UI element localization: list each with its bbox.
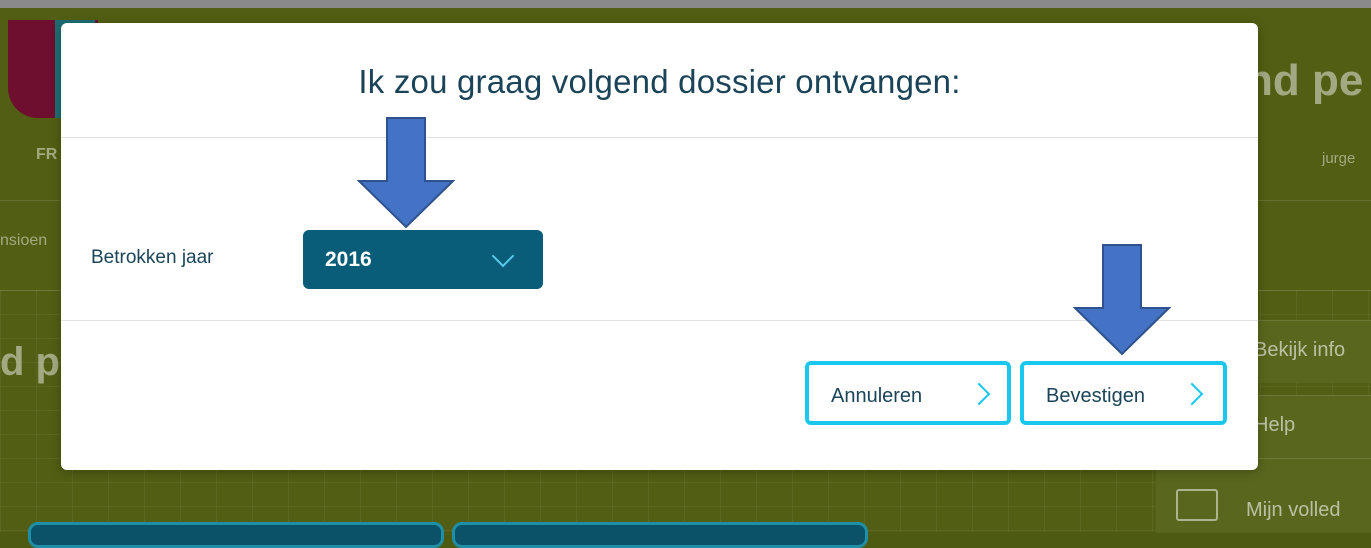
sidebar-item-label: Help xyxy=(1254,414,1296,436)
page-heading-fragment: d p xyxy=(0,340,60,384)
chevron-down-icon xyxy=(491,244,515,268)
year-field-label: Betrokken jaar xyxy=(91,247,214,268)
cancel-button[interactable]: Annuleren xyxy=(805,361,1011,425)
confirm-button-label: Bevestigen xyxy=(1046,385,1145,407)
divider xyxy=(61,137,1258,138)
sidebar-item-help[interactable]: Help xyxy=(1246,395,1371,458)
down-arrow-annotation xyxy=(357,117,455,229)
dialog-title: Ik zou graag volgend dossier ontvangen: xyxy=(358,63,961,100)
sidebar-item-bekijk-info[interactable]: Bekijk info xyxy=(1246,320,1371,383)
printer-icon xyxy=(1176,489,1218,521)
sidebar-item-label: Mijn volled xyxy=(1246,499,1341,521)
site-title-fragment: nd pe xyxy=(1246,56,1364,105)
backdrop-button-2[interactable] xyxy=(452,522,868,548)
language-switch[interactable]: FR xyxy=(36,146,57,164)
chevron-right-icon xyxy=(1180,382,1204,406)
backdrop-button-1[interactable] xyxy=(28,522,444,548)
chevron-right-icon xyxy=(967,382,991,406)
cancel-button-label: Annuleren xyxy=(831,385,923,407)
user-name[interactable]: jurge xyxy=(1322,150,1355,167)
window-top-strip xyxy=(0,0,1371,8)
year-select[interactable]: 2016 xyxy=(303,230,543,289)
confirm-button[interactable]: Bevestigen xyxy=(1020,361,1227,425)
down-arrow-annotation xyxy=(1073,244,1171,356)
year-select-value: 2016 xyxy=(325,248,372,271)
sidebar-item-label: Bekijk info xyxy=(1254,339,1346,361)
nav-tab-pensioen[interactable]: nsioen xyxy=(0,232,47,250)
